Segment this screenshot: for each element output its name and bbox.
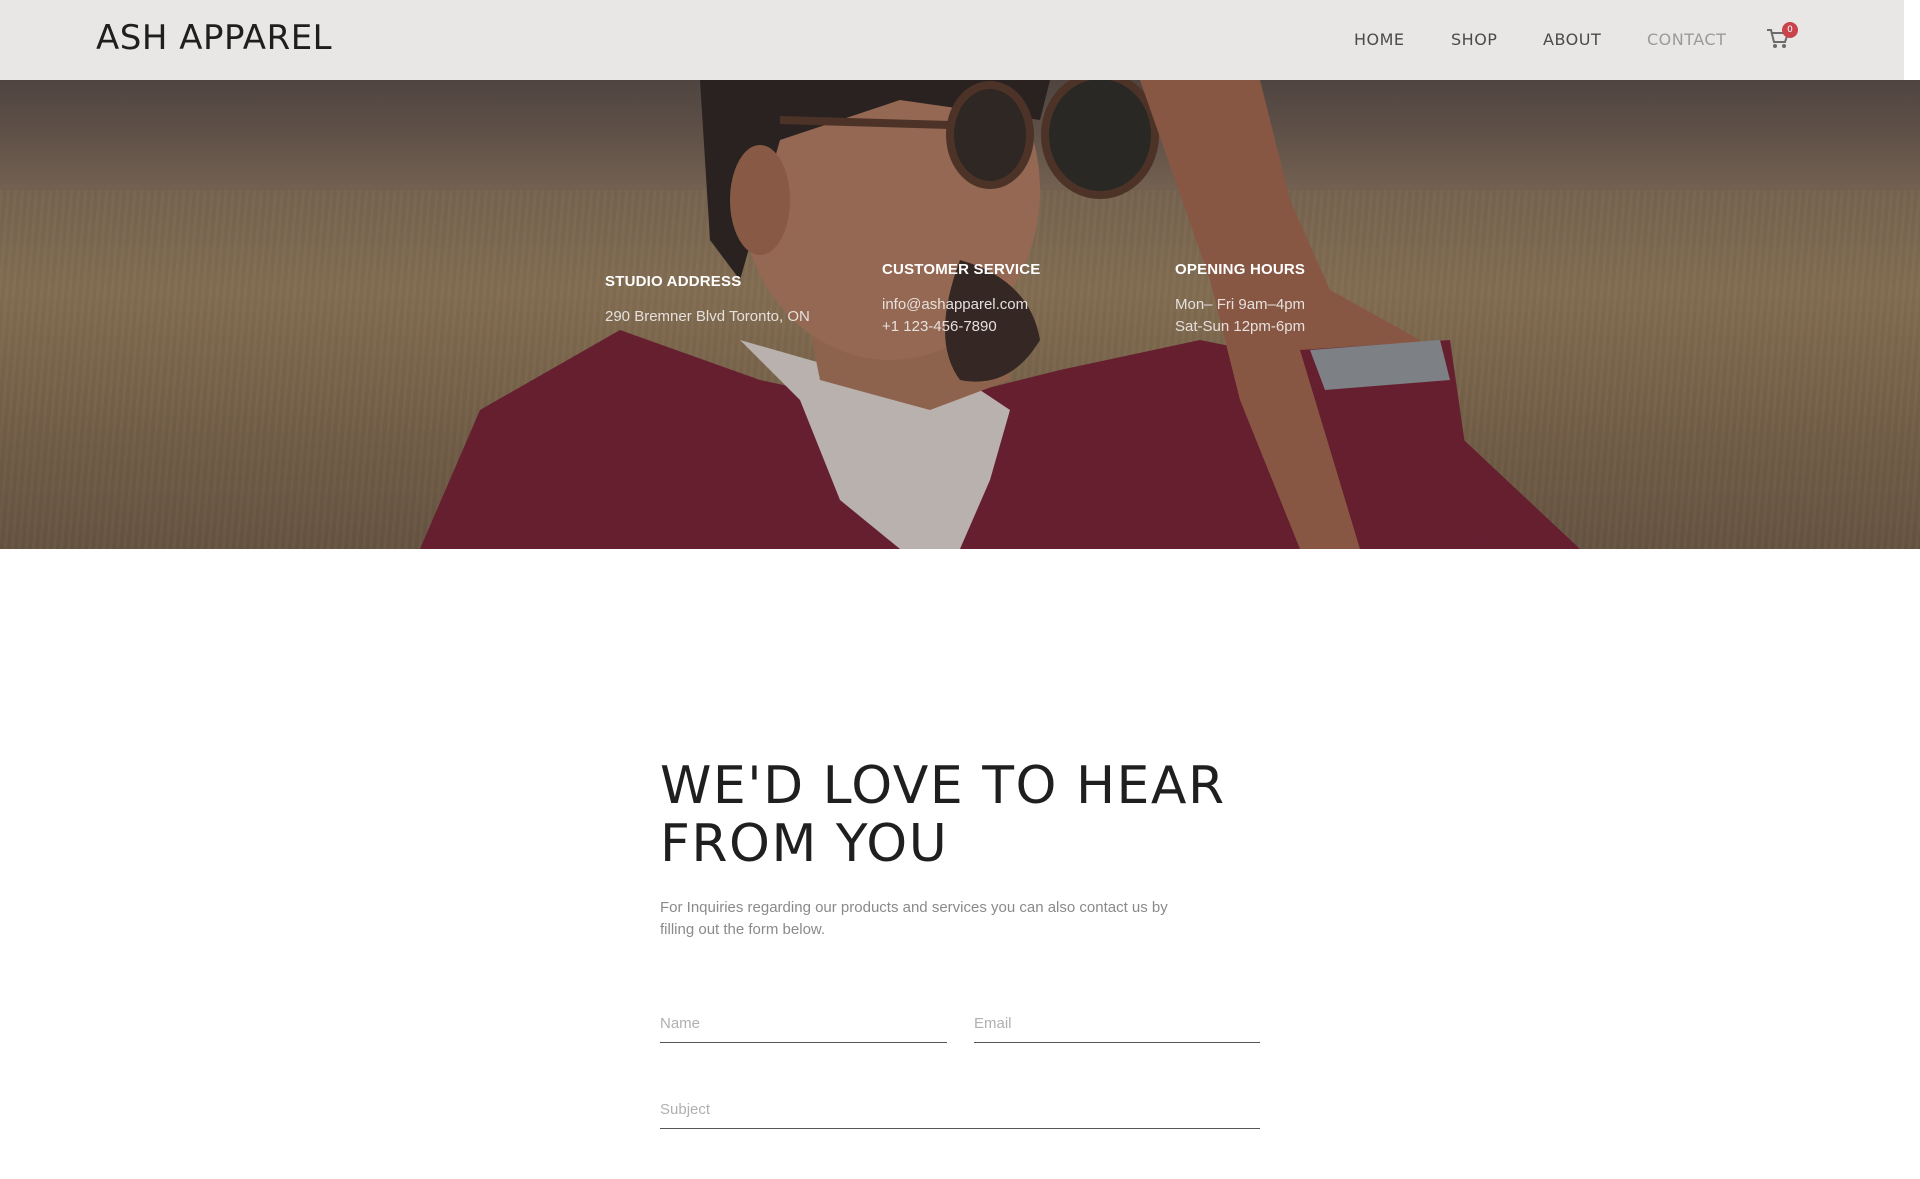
opening-hours-weekend: Sat-Sun 12pm-6pm bbox=[1175, 318, 1306, 335]
cart-count-badge: 0 bbox=[1782, 22, 1798, 38]
contact-intro-line-1: For Inquiries regarding our products and… bbox=[660, 899, 1168, 916]
subject-field[interactable] bbox=[660, 1101, 1260, 1129]
contact-intro: For Inquiries regarding our products and… bbox=[660, 897, 1220, 941]
opening-hours-title: OPENING HOURS bbox=[1175, 261, 1306, 278]
nav-contact[interactable]: CONTACT bbox=[1647, 30, 1726, 49]
studio-address-title: STUDIO ADDRESS bbox=[605, 273, 742, 290]
contact-headline-line-2: FROM YOU bbox=[660, 814, 949, 874]
contact-headline: WE'D LOVE TO HEAR FROM YOU bbox=[660, 757, 1300, 873]
customer-service-block: CUSTOMER SERVICE info@ashapparel.com +1 … bbox=[882, 261, 1041, 338]
nav-about[interactable]: ABOUT bbox=[1543, 30, 1601, 49]
contact-intro-line-2: filling out the form below. bbox=[660, 921, 826, 938]
nav-shop[interactable]: SHOP bbox=[1451, 30, 1497, 49]
contact-section: WE'D LOVE TO HEAR FROM YOU For Inquiries… bbox=[0, 549, 1920, 1179]
name-field[interactable] bbox=[660, 1015, 947, 1043]
opening-hours-weekday: Mon– Fri 9am–4pm bbox=[1175, 296, 1306, 313]
customer-service-phone[interactable]: +1 123-456-7890 bbox=[882, 316, 1041, 338]
brand-logo[interactable]: ASH APPAREL bbox=[96, 18, 332, 58]
email-field[interactable] bbox=[974, 1015, 1260, 1043]
opening-hours-block: OPENING HOURS Mon– Fri 9am–4pm Sat-Sun 1… bbox=[1175, 261, 1305, 338]
studio-address-block: STUDIO ADDRESS 290 Bremner Blvd Toronto,… bbox=[605, 273, 810, 328]
contact-headline-line-1: WE'D LOVE TO HEAR bbox=[660, 756, 1226, 816]
hero-banner: STUDIO ADDRESS 290 Bremner Blvd Toronto,… bbox=[0, 80, 1920, 549]
site-header: ASH APPAREL HOME SHOP ABOUT CONTACT 0 bbox=[0, 0, 1904, 80]
nav-home[interactable]: HOME bbox=[1354, 30, 1405, 49]
customer-service-email[interactable]: info@ashapparel.com bbox=[882, 294, 1041, 316]
studio-address-line: 290 Bremner Blvd Toronto, ON bbox=[605, 308, 810, 325]
customer-service-title: CUSTOMER SERVICE bbox=[882, 261, 1041, 278]
